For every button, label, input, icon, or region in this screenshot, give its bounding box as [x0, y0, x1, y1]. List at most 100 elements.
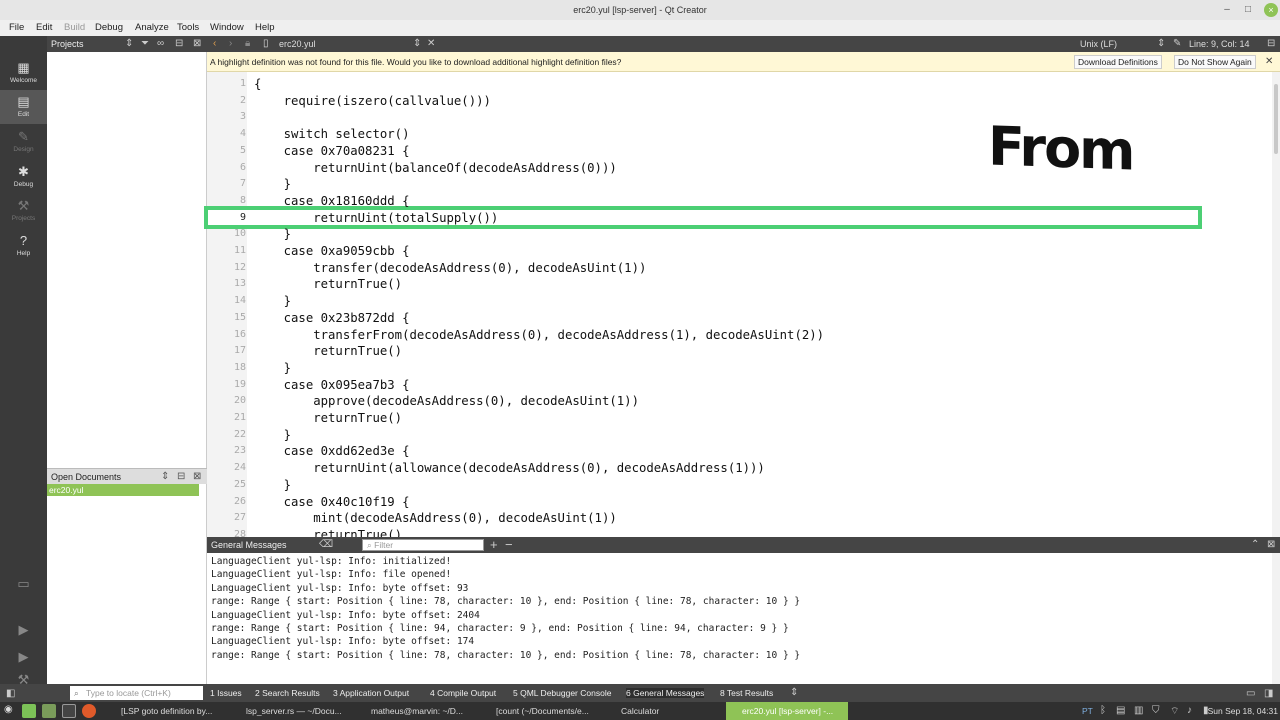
forward-icon[interactable]: ›: [229, 38, 232, 49]
code-line[interactable]: case 0x70a08231 {: [254, 143, 410, 160]
line-ending-select[interactable]: Unix (LF): [1080, 39, 1117, 49]
menu-window[interactable]: Window: [210, 22, 244, 33]
code-line[interactable]: returnUint(totalSupply()): [254, 210, 498, 227]
code-line[interactable]: returnTrue(): [254, 343, 402, 360]
mode-debug[interactable]: ✱ Debug: [0, 160, 47, 194]
maximize-pane-icon[interactable]: ⌃: [1251, 539, 1259, 550]
cursor-position[interactable]: Line: 9, Col: 14: [1189, 39, 1250, 49]
tab-application-output[interactable]: 3 Application Output: [333, 688, 409, 698]
monitor-icon[interactable]: ▭: [0, 576, 47, 592]
projects-panel-title[interactable]: Projects: [51, 39, 84, 49]
taskbar-item[interactable]: matheus@marvin: ~/D...: [355, 702, 477, 720]
clipboard-icon[interactable]: ▤: [1116, 705, 1125, 716]
chevron-updown-icon[interactable]: ⇕: [413, 38, 421, 49]
output-filter-input[interactable]: ⌕ Filter: [362, 539, 484, 551]
editor-file-name[interactable]: erc20.yul: [279, 39, 316, 49]
code-line[interactable]: transferFrom(decodeAsAddress(0), decodeA…: [254, 327, 824, 344]
output-scrollbar[interactable]: [1272, 553, 1280, 684]
tab-issues[interactable]: 1 Issues: [210, 688, 242, 698]
code-line[interactable]: case 0x23b872dd {: [254, 310, 410, 327]
link-icon[interactable]: ∞: [157, 38, 164, 49]
taskbar-item[interactable]: [count (~/Documents/e...: [480, 702, 602, 720]
tab-test-results[interactable]: 8 Test Results: [720, 688, 773, 698]
code-line[interactable]: {: [254, 76, 261, 93]
taskbar-item-active[interactable]: erc20.yul [lsp-server] -...: [726, 702, 848, 720]
menu-build[interactable]: Build: [64, 22, 85, 33]
minimize-icon[interactable]: –: [1220, 3, 1234, 17]
download-definitions-button[interactable]: Download Definitions: [1074, 55, 1162, 69]
code-line[interactable]: returnTrue(): [254, 410, 402, 427]
editor-scrollbar-thumb[interactable]: [1274, 84, 1278, 154]
code-line[interactable]: }: [254, 477, 291, 494]
show-desktop-icon[interactable]: [22, 704, 36, 718]
terminal-icon[interactable]: [62, 704, 76, 718]
notes-icon[interactable]: ▥: [1134, 705, 1143, 716]
zoom-out-icon[interactable]: −: [505, 537, 513, 552]
close-document-icon[interactable]: ✕: [427, 38, 435, 49]
chevron-updown-icon[interactable]: ⇕: [790, 687, 798, 698]
bluetooth-icon[interactable]: ᛒ: [1100, 705, 1106, 716]
code-line[interactable]: }: [254, 360, 291, 377]
code-line[interactable]: }: [254, 293, 291, 310]
locator-input[interactable]: ⌕ Type to locate (Ctrl+K): [70, 686, 203, 700]
clear-icon[interactable]: ⌫: [319, 539, 333, 550]
toggle-output-icon[interactable]: ◨: [1264, 688, 1273, 699]
tab-general-messages[interactable]: 6 General Messages: [626, 688, 705, 698]
zoom-in-icon[interactable]: +: [490, 537, 498, 552]
mode-projects[interactable]: ⚒ Projects: [0, 194, 47, 228]
close-pane-icon[interactable]: ⊠: [1267, 539, 1275, 550]
clock[interactable]: Sun Sep 18, 04:31: [1204, 706, 1278, 716]
menu-icon[interactable]: ◉: [4, 704, 13, 715]
code-line[interactable]: mint(decodeAsAddress(0), decodeAsUint(1)…: [254, 510, 617, 527]
code-line[interactable]: returnTrue(): [254, 276, 402, 293]
chevron-updown-icon[interactable]: ⇕: [161, 471, 169, 482]
code-line[interactable]: returnUint(allowance(decodeAsAddress(0),…: [254, 460, 765, 477]
projects-tree[interactable]: [47, 52, 207, 468]
taskbar-item[interactable]: lsp_server.rs — ~/Docu...: [230, 702, 352, 720]
code-line[interactable]: case 0x40c10f19 {: [254, 494, 410, 511]
menu-file[interactable]: File: [9, 22, 24, 33]
taskbar-item[interactable]: Calculator: [605, 702, 723, 720]
volume-icon[interactable]: ♪: [1187, 705, 1192, 716]
chevron-updown-icon[interactable]: ⇕: [1157, 38, 1165, 49]
mode-edit[interactable]: ▤ Edit: [0, 90, 47, 124]
code-line[interactable]: case 0x18160ddd {: [254, 193, 410, 210]
output-pane-title[interactable]: General Messages: [211, 540, 287, 550]
code-line[interactable]: approve(decodeAsAddress(0), decodeAsUint…: [254, 393, 639, 410]
maximize-icon[interactable]: □: [1241, 3, 1255, 17]
open-documents-title[interactable]: Open Documents: [51, 472, 121, 482]
code-line[interactable]: case 0xdd62ed3e {: [254, 443, 410, 460]
menu-analyze[interactable]: Analyze: [135, 22, 169, 33]
tab-compile-output[interactable]: 4 Compile Output: [430, 688, 496, 698]
code-line[interactable]: }: [254, 176, 291, 193]
menu-edit[interactable]: Edit: [36, 22, 52, 33]
tab-qml-debugger-console[interactable]: 5 QML Debugger Console: [513, 688, 611, 698]
mode-help[interactable]: ? Help: [0, 229, 47, 263]
close-icon[interactable]: ✕: [1265, 56, 1273, 67]
menu-help[interactable]: Help: [255, 22, 275, 33]
split-icon[interactable]: ⊟: [177, 471, 185, 482]
toggle-sidebar-icon[interactable]: ◧: [6, 688, 15, 699]
close-pane-icon[interactable]: ⊠: [193, 38, 201, 49]
files-icon[interactable]: [42, 704, 56, 718]
code-line[interactable]: case 0x095ea7b3 {: [254, 377, 410, 394]
code-line[interactable]: }: [254, 226, 291, 243]
split-icon[interactable]: ⊟: [1267, 38, 1275, 49]
back-icon[interactable]: ‹: [213, 38, 216, 49]
run-icon[interactable]: ▶: [0, 622, 47, 638]
split-icon[interactable]: ⊟: [175, 38, 183, 49]
open-document-item[interactable]: erc20.yul: [47, 484, 199, 496]
close-pane-icon[interactable]: ⊠: [193, 471, 201, 482]
taskbar-item[interactable]: [LSP goto definition by...: [105, 702, 227, 720]
browser-icon[interactable]: [82, 704, 96, 718]
code-line[interactable]: transfer(decodeAsAddress(0), decodeAsUin…: [254, 260, 646, 277]
debug-run-icon[interactable]: ▶: [0, 649, 47, 665]
menu-tools[interactable]: Tools: [177, 22, 199, 33]
progress-icon[interactable]: ▭: [1246, 688, 1255, 699]
mode-welcome[interactable]: ▦ Welcome: [0, 56, 47, 90]
code-line[interactable]: switch selector(): [254, 126, 410, 143]
close-icon[interactable]: ×: [1264, 3, 1278, 17]
code-line[interactable]: }: [254, 427, 291, 444]
shield-icon[interactable]: ⛉: [1152, 705, 1160, 716]
do-not-show-again-button[interactable]: Do Not Show Again: [1174, 55, 1256, 69]
